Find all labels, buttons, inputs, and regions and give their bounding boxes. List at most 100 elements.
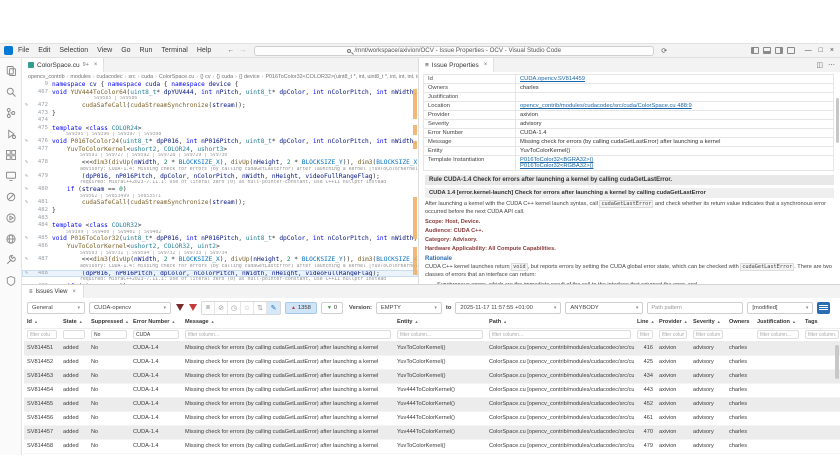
filter-input-id[interactable] — [27, 330, 57, 340]
breadcrumb-item[interactable]: {} cv — [200, 74, 211, 80]
table-settings-icon[interactable] — [817, 301, 831, 314]
overview-ruler[interactable] — [413, 81, 417, 284]
issue-marker-icon[interactable]: ✎ — [25, 173, 32, 181]
panel-scrollbar[interactable] — [836, 98, 839, 143]
column-header-path[interactable]: Path ▲ — [486, 317, 634, 329]
tools-icon[interactable] — [4, 253, 17, 266]
removed-issues-chip[interactable]: ▼ 0 — [320, 301, 344, 314]
extensions-icon[interactable] — [4, 148, 17, 161]
property-link[interactable]: P016ToColor32<RGBA32>() — [520, 163, 829, 169]
refresh-icon[interactable]: ⟳ — [661, 47, 667, 55]
column-header-tags[interactable]: Tags — [802, 317, 840, 329]
column-header-line[interactable]: Line ▲ — [634, 317, 656, 329]
project-dropdown[interactable]: CUDA-opencv ▾ — [89, 301, 171, 314]
history-icon[interactable]: ◷ — [228, 301, 241, 314]
run-debug-icon[interactable] — [4, 127, 17, 140]
issue-row[interactable]: SV814451 added No CUDA-1.4 Missing check for… — [24, 341, 840, 356]
issue-row[interactable]: SV814458 added No CUDA-1.4 Missing check for… — [24, 439, 840, 454]
toggle-secondary-sidebar-icon[interactable] — [774, 47, 783, 54]
live-share-icon[interactable] — [4, 232, 17, 245]
issue-marker-icon[interactable]: ✎ — [25, 102, 32, 110]
property-link[interactable]: opencv_contrib/modules/cudacodec/src/cud… — [520, 103, 829, 109]
more-actions-icon[interactable]: ⋯ — [828, 61, 835, 69]
filter-input-provider[interactable] — [659, 330, 687, 340]
version-from-dropdown[interactable]: EMPTY ▾ — [375, 301, 442, 314]
filter-input-justification[interactable] — [757, 330, 799, 340]
sort-icon[interactable]: ⇅ — [254, 301, 267, 314]
issue-row[interactable]: SV814456 added No CUDA-1.4 Missing check for… — [24, 411, 840, 426]
test-explorer-icon[interactable] — [4, 190, 17, 203]
tab-close-icon[interactable]: × — [484, 62, 488, 68]
toggle-panel-icon[interactable] — [762, 47, 771, 54]
menu-selection[interactable]: Selection — [59, 47, 88, 54]
filter-input-suppressed[interactable] — [91, 330, 127, 340]
column-header-severity[interactable]: Severity ▲ — [690, 317, 726, 329]
customize-layout-icon[interactable] — [786, 47, 795, 54]
issue-row[interactable]: SV814452 added No CUDA-1.4 Missing check for… — [24, 355, 840, 370]
search-view-icon[interactable] — [4, 85, 17, 98]
column-header-id[interactable]: Id ▲ — [24, 317, 60, 329]
axivion-icon[interactable] — [4, 274, 17, 287]
tab-issue-properties[interactable]: ≡ Issue Properties × — [419, 58, 495, 72]
breadcrumb-item[interactable]: cuda — [141, 74, 153, 80]
owner-dropdown[interactable]: ANYBODY ▾ — [565, 301, 644, 314]
table-scrollbar[interactable] — [835, 345, 839, 379]
forward-icon[interactable]: → — [239, 47, 246, 54]
filter-input-message[interactable] — [185, 330, 391, 340]
version-to-dropdown[interactable]: 2025-11-17 11:57:55 +01:00 ▾ — [455, 301, 562, 314]
menu-help[interactable]: Help — [197, 47, 211, 54]
breadcrumb-item[interactable]: ColorSpace.cu — [159, 74, 194, 80]
remote-explorer-icon[interactable] — [4, 169, 17, 182]
back-icon[interactable]: ← — [227, 47, 234, 54]
filter-input-line[interactable] — [637, 330, 653, 340]
code-editor[interactable]: 9 namespace cv { namespace cuda { namespa… — [22, 81, 418, 284]
issue-row[interactable]: SV814453 added No CUDA-1.4 Missing check for… — [24, 369, 840, 384]
column-header-owners[interactable]: Owners — [726, 317, 754, 329]
close-button[interactable]: × — [830, 47, 834, 54]
user-filter-icon[interactable] — [175, 303, 184, 312]
menu-view[interactable]: View — [97, 47, 112, 54]
added-issues-chip[interactable]: ▲ 1358 — [285, 301, 317, 314]
filter-input-path[interactable] — [489, 330, 631, 340]
issue-marker-icon[interactable]: ✎ — [25, 256, 32, 264]
filter-input-severity[interactable] — [693, 330, 723, 340]
property-link[interactable]: CUDA.opencv.SV814459 — [520, 76, 829, 82]
filter-input-error-number[interactable] — [133, 330, 179, 340]
split-editor-icon[interactable]: ◫ — [816, 61, 823, 69]
breadcrumb-item[interactable]: src — [128, 74, 135, 80]
minimize-button[interactable]: — — [805, 47, 812, 54]
issue-marker-icon[interactable]: ✎ — [25, 235, 32, 243]
issue-marker-icon[interactable]: ✎ — [25, 186, 32, 194]
tab-close-icon[interactable]: × — [72, 289, 76, 295]
column-header-error-number[interactable]: Error Number ▲ — [130, 317, 182, 329]
tab-issues-view[interactable]: ≡ Issues View × — [22, 285, 84, 298]
column-header-suppressed[interactable]: Suppressed ▲ — [88, 317, 130, 329]
state-filter-dropdown[interactable]: [modified] ▾ — [747, 301, 814, 314]
issue-marker-icon[interactable]: ✎ — [25, 159, 32, 167]
path-pattern-input[interactable] — [647, 301, 744, 314]
issue-row[interactable]: SV814454 added No CUDA-1.4 Missing check for… — [24, 383, 840, 398]
menu-terminal[interactable]: Terminal — [161, 47, 187, 54]
issue-row[interactable]: SV814457 added No CUDA-1.4 Missing check for… — [24, 425, 840, 440]
issue-marker-icon[interactable]: ✎ — [25, 199, 32, 207]
suppress-icon[interactable]: ⊘ — [215, 301, 228, 314]
breadcrumb-item[interactable]: opencv_contrib — [28, 74, 65, 80]
menu-edit[interactable]: Edit — [38, 47, 50, 54]
tab-colorspace-cu[interactable]: ColorSpace.cu 9+ × — [22, 58, 105, 72]
issue-marker-icon[interactable]: ✎ — [25, 283, 32, 284]
edit-icon[interactable]: ✎ — [267, 301, 280, 314]
breadcrumb-item[interactable]: cudacodec — [97, 74, 123, 80]
tab-close-icon[interactable]: × — [94, 62, 98, 68]
star-icon[interactable]: ☆ — [241, 301, 254, 314]
issue-row[interactable]: SV814455 added No CUDA-1.4 Missing check for… — [24, 397, 840, 412]
suppressed-filter-icon[interactable] — [188, 303, 197, 312]
breadcrumb-item[interactable]: {} device — [239, 74, 260, 80]
menu-go[interactable]: Go — [121, 47, 130, 54]
maximize-button[interactable]: □ — [819, 47, 823, 54]
issue-marker-icon[interactable]: ✎ — [25, 138, 32, 146]
filter-input-state[interactable] — [63, 330, 85, 340]
menu-run[interactable]: Run — [140, 47, 153, 54]
filter-preset-dropdown[interactable]: General ▾ — [27, 301, 85, 314]
menu-file[interactable]: File — [18, 47, 29, 54]
column-header-justification[interactable]: Justification ▲ — [754, 317, 802, 329]
